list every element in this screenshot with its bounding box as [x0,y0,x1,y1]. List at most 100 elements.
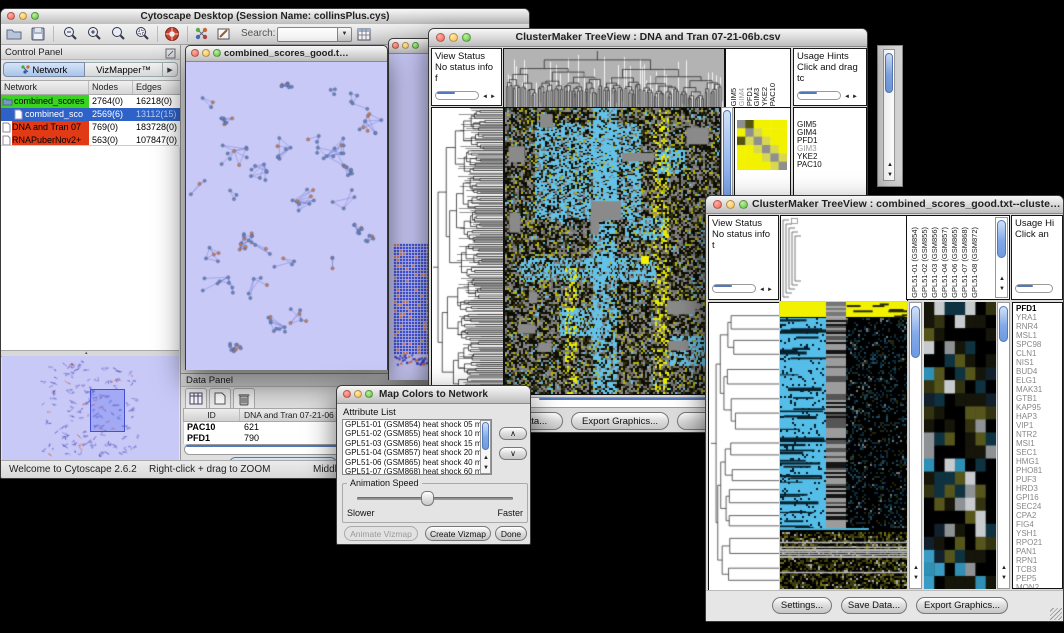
hidden-window-scrollbar-sliver[interactable]: ▲ ▼ [877,45,903,187]
list-item[interactable]: NIS1 [1016,358,1042,367]
network-view-titlebar[interactable]: combined_scores_good.txt--cluste... [186,46,387,62]
list-item[interactable]: KAP95 [1016,403,1042,412]
select-attributes-button[interactable] [185,388,207,408]
treeview2-vscrollbar[interactable]: ▲ ▼ [909,302,922,589]
column-labels-vscrollbar[interactable]: ▲ ▼ [995,217,1008,298]
list-item[interactable]: BUD4 [1016,367,1042,376]
list-item[interactable]: GPL51-03 (GSM856) heat shock 15 min [343,439,491,448]
list-item[interactable]: GPL51-08 (GSM872) [970,227,980,298]
export-graphics-button[interactable]: Export Graphics... [916,597,1008,614]
list-item[interactable]: PUF3 [1016,475,1042,484]
scroll-up-icon[interactable]: ▲ [1001,565,1007,571]
animation-speed-slider-thumb[interactable] [421,491,434,506]
open-file-button[interactable] [5,25,23,43]
list-item[interactable]: SPC98 [1016,340,1042,349]
list-item[interactable]: MSL1 [1016,331,1042,340]
list-item[interactable]: PAC10 [769,83,777,106]
list-item[interactable]: PAC10 [797,161,822,169]
list-item[interactable]: RNR4 [1016,322,1042,331]
scroll-down-icon[interactable]: ▼ [887,172,893,178]
treeview2-column-dendrogram[interactable] [780,215,908,302]
list-item[interactable]: GPI16 [1016,493,1042,502]
column-header-id[interactable]: ID [184,409,240,421]
treeview1-heatmap[interactable] [504,107,721,395]
create-vizmap-button[interactable]: Create Vizmap [425,526,491,541]
treeview1-gene-dendrogram[interactable] [431,107,504,395]
scroll-down-icon[interactable]: ▼ [483,465,489,471]
network-view-canvas[interactable] [186,62,387,370]
similarity-matrix-thumbnail[interactable] [737,120,787,170]
save-data-button[interactable]: Save Data... [841,597,907,614]
zoom-heatmap-vscrollbar[interactable]: ▲ ▼ [997,302,1010,589]
scroll-left-icon[interactable]: ◄ [844,94,850,100]
scroll-down-icon[interactable]: ▼ [999,286,1005,292]
tab-overflow-button[interactable]: ▶ [163,62,178,77]
scroll-up-icon[interactable]: ▲ [913,565,919,571]
list-item[interactable]: GPL51-02 (GSM855) heat shock 10 min [343,429,491,438]
move-up-button[interactable]: ∧ [499,427,527,440]
overview-viewport-rect[interactable] [90,389,125,432]
list-item[interactable]: GPL51-04 (GSM857) heat shock 20 min [343,448,491,457]
column-header-edges[interactable]: Edges [133,81,180,94]
scroll-right-icon[interactable]: ► [490,94,496,100]
list-item[interactable]: VIP1 [1016,421,1042,430]
help-button[interactable] [163,25,181,43]
scroll-up-icon[interactable]: ▲ [887,162,893,168]
list-item[interactable]: NTR2 [1016,430,1042,439]
dialog-titlebar[interactable]: Map Colors to Network [337,386,530,404]
treeview2-zoom-heatmap[interactable] [924,302,996,589]
list-item[interactable]: MSI1 [1016,439,1042,448]
animation-speed-slider-track[interactable] [357,497,513,500]
list-item[interactable]: PAN1 [1016,547,1042,556]
scroll-down-icon[interactable]: ▼ [913,575,919,581]
scroll-right-icon[interactable]: ► [852,94,858,100]
move-down-button[interactable]: ∨ [499,447,527,460]
list-item[interactable]: GPL51-06 (GSM865) heat shock 40 min [343,458,491,467]
list-item[interactable]: SEC24 [1016,502,1042,511]
network-overview-panel[interactable] [2,356,179,462]
view-status-hscrollbar[interactable] [435,91,479,100]
treeview2-titlebar[interactable]: ClusterMaker TreeView : combined_scores_… [706,196,1063,214]
usage-hints-hscrollbar[interactable] [1015,284,1053,293]
list-item[interactable]: GPL51-02 (GSM855) [920,227,930,298]
delete-attribute-button[interactable] [233,388,255,408]
done-button[interactable]: Done [495,526,527,541]
list-item[interactable]: GPL51-07 (GSM868) heat shock 60 min [343,467,491,475]
zoom-fit-button[interactable] [109,25,127,43]
scroll-left-icon[interactable]: ◄ [759,287,765,293]
main-titlebar[interactable]: Cytoscape Desktop (Session Name: collins… [1,9,529,25]
list-item[interactable]: PFD1 [1016,304,1042,313]
treeview1-column-dendrogram[interactable] [503,48,725,108]
list-item[interactable]: GPL51-07 (GSM868) [960,227,970,298]
list-item[interactable]: GPL51-06 (GSM865) [950,227,960,298]
list-item[interactable]: HAP3 [1016,412,1042,421]
view-status-hscrollbar[interactable] [712,284,756,293]
list-item[interactable]: YRA1 [1016,313,1042,322]
search-input[interactable] [277,27,339,42]
treeview2-gene-dendrogram[interactable] [708,302,781,591]
list-item[interactable]: TCB3 [1016,565,1042,574]
network-tree-empty-area[interactable] [1,145,179,351]
list-item[interactable]: HRD3 [1016,484,1042,493]
tab-vizmapper[interactable]: VizMapper™ [85,62,163,77]
list-item[interactable]: CLN1 [1016,349,1042,358]
new-attribute-button[interactable] [209,388,231,408]
scroll-up-icon[interactable]: ▲ [483,455,489,461]
scroll-down-icon[interactable]: ▼ [1001,575,1007,581]
list-item[interactable]: YSH1 [1016,529,1042,538]
list-item[interactable]: PEP5 [1016,574,1042,583]
list-item[interactable]: GPL51-03 (GSM856) [930,227,940,298]
list-item[interactable]: MON2 [1016,583,1042,589]
export-graphics-button[interactable]: Export Graphics... [571,412,669,430]
scroll-right-icon[interactable]: ► [767,287,773,293]
scroll-up-icon[interactable]: ▲ [999,276,1005,282]
column-header-nodes[interactable]: Nodes [89,81,133,94]
network-row-combined-sco-selected[interactable]: combined_sco 2569(6) 13112(15) [1,108,180,121]
list-item[interactable]: GTB1 [1016,394,1042,403]
list-item[interactable]: MAK31 [1016,385,1042,394]
list-item[interactable]: CPA2 [1016,511,1042,520]
usage-hints-hscrollbar[interactable] [797,91,841,100]
annotation-button[interactable] [215,25,233,43]
list-item[interactable]: RPN1 [1016,556,1042,565]
network-row-combined-scores[interactable]: combined_scores 2764(0) 16218(0) [1,95,180,108]
